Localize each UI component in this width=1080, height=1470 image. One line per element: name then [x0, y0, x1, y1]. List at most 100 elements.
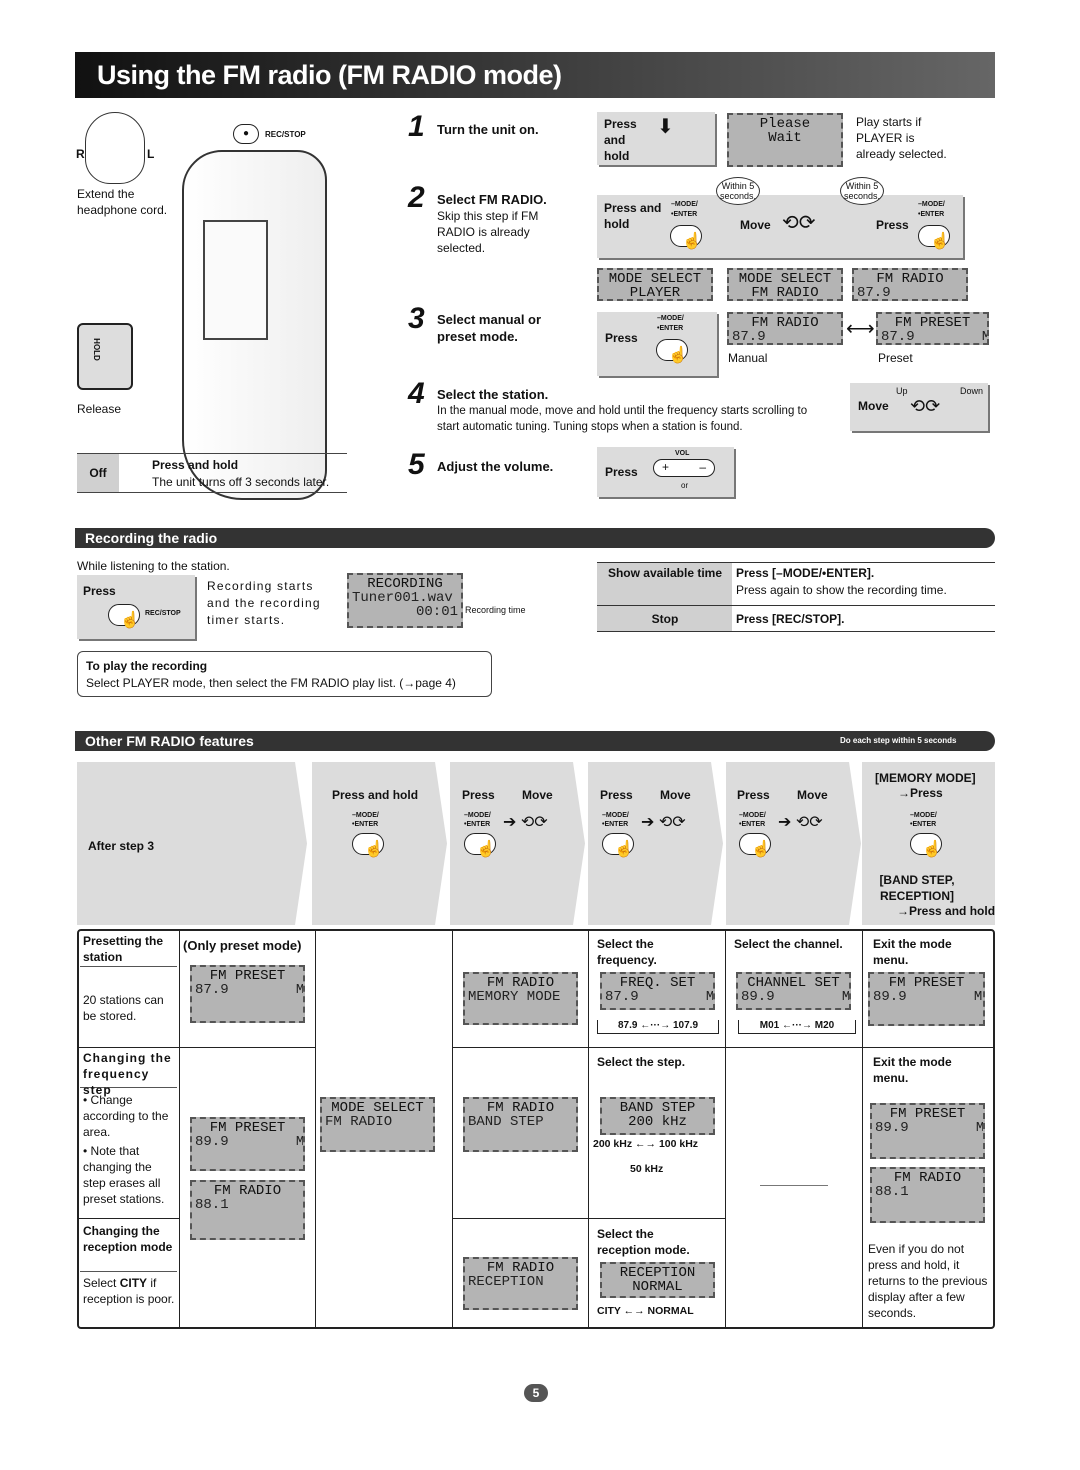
- mode-enter-button-icon: [656, 339, 688, 364]
- lcd-fm-radio: FM RADIO 87.9: [852, 268, 968, 301]
- off-label: Off: [77, 454, 119, 492]
- show-time-note: Press again to show the recording time.: [736, 583, 947, 597]
- only-preset-mode-label: (Only preset mode): [183, 938, 302, 953]
- press-label: Press: [605, 465, 638, 479]
- memory-mode-press: →Press: [898, 786, 943, 800]
- recording-intro: While listening to the station.: [77, 559, 230, 573]
- mode-label: –MODE/: [464, 812, 491, 819]
- play-recording-title: To play the recording: [86, 659, 208, 673]
- mode-enter-button-icon: [670, 225, 702, 250]
- hold-label: HOLD: [91, 338, 101, 361]
- show-available-time-label: Show available time: [607, 566, 723, 580]
- manual-label: Manual: [728, 351, 768, 365]
- release-label: Release: [77, 402, 122, 416]
- exit-mode-menu-label: Exit the mode menu.: [873, 1055, 952, 1085]
- step-2-title: Select FM RADIO.: [437, 192, 547, 207]
- move-label: Move: [660, 788, 691, 802]
- page-number: 5: [524, 1384, 548, 1402]
- rec-stop-button-icon: [108, 604, 140, 629]
- select-step-label: Select the step.: [597, 1055, 686, 1069]
- mode-enter-button-icon: [464, 833, 496, 858]
- mode-label: –MODE/: [671, 201, 698, 208]
- step-1-title: Turn the unit on.: [437, 122, 539, 137]
- wheel-rotate-icon: ⟲⟳: [910, 396, 941, 416]
- rec-stop-label: REC/STOP: [265, 130, 306, 139]
- mode-label: –MODE/: [352, 812, 379, 819]
- select-channel-label: Select the channel.: [734, 937, 843, 951]
- up-label: Up: [896, 386, 908, 396]
- lcd-preset-m02: FM PRESET89.9 M02: [190, 1117, 305, 1171]
- lcd-band-step: BAND STEP 200 kHz: [600, 1097, 715, 1135]
- move-label: Move: [858, 399, 889, 413]
- enter-label: •ENTER: [910, 821, 937, 828]
- features-note: Do each step within 5 seconds: [840, 736, 957, 745]
- right-ear-label: R: [76, 147, 85, 161]
- step-4-title: Select the station.: [437, 387, 549, 402]
- lcd-reception: RECEPTION NORMAL: [600, 1262, 715, 1298]
- lcd-fm-radio-881: FM RADIO 88.1: [190, 1180, 305, 1240]
- row-presetting-title: Presetting the station: [83, 934, 164, 964]
- stop-label: Stop: [651, 612, 679, 626]
- lcd-preset-m01: FM PRESET87.9 M01: [190, 965, 305, 1023]
- lcd-reception-menu: FM RADIO RECEPTION: [463, 1257, 578, 1310]
- move-label: Move: [740, 218, 771, 232]
- or-label: or: [681, 481, 689, 490]
- after-step-label: After step 3: [88, 839, 155, 853]
- arrow-wheel-icon: ➔ ⟲⟳: [778, 814, 823, 831]
- hold-switch-illustration: [77, 323, 133, 390]
- enter-label: •ENTER: [671, 211, 698, 218]
- auto-return-note: Even if you do not press and hold, it re…: [868, 1242, 988, 1320]
- lcd-mode-select-player: MODE SELECT PLAYER: [597, 268, 713, 301]
- step-4-number: 4: [408, 377, 425, 410]
- press-and-hold-label: Press and hold: [604, 201, 662, 231]
- row-presetting-desc: 20 stations can be stored.: [83, 993, 164, 1023]
- within-5-seconds-bubble: Within 5 seconds.: [840, 177, 884, 205]
- lcd-preset-m02: FM PRESET89.9 M02: [870, 1103, 985, 1159]
- volume-button-icon: + –: [653, 459, 715, 477]
- row-frequency-step-title: Changing the frequency step: [83, 1051, 172, 1097]
- row-reception-desc: Select CITY if reception is poor.: [83, 1276, 175, 1306]
- lcd-manual-mode: FM RADIO 87.9: [727, 312, 843, 345]
- rec-stop-button-illustration: ●: [233, 124, 259, 144]
- press-label: Press: [462, 788, 495, 802]
- mode-enter-button-icon: [602, 833, 634, 858]
- lcd-channel-set: CHANNEL SET89.9 M02: [736, 972, 851, 1010]
- no-action-dash: [760, 1185, 828, 1186]
- step-3-title: Select manual or preset mode.: [437, 312, 542, 344]
- device-screen: [203, 220, 268, 340]
- step-1-number: 1: [408, 110, 425, 143]
- arrow-wheel-icon: ➔ ⟲⟳: [503, 814, 548, 831]
- enter-label: •ENTER: [657, 325, 684, 332]
- stop-action: Press [REC/STOP].: [736, 612, 845, 626]
- toggle-arrow-icon: ⟷: [846, 318, 875, 340]
- step-2-number: 2: [408, 181, 425, 214]
- mode-label: –MODE/: [918, 201, 945, 208]
- mode-enter-button-icon: [910, 833, 942, 858]
- select-frequency-label: Select the frequency.: [597, 937, 657, 967]
- enter-label: •ENTER: [739, 821, 766, 828]
- press-label: Press: [83, 584, 116, 598]
- off-action: Press and hold: [152, 458, 239, 472]
- show-time-action: Press [–MODE/•ENTER].: [736, 566, 875, 580]
- preset-label: Preset: [878, 351, 913, 365]
- row-frequency-step-bullet-2: • Note that changing the step erases all…: [83, 1144, 165, 1206]
- step-3-number: 3: [408, 302, 425, 335]
- lcd-fm-radio-881: FM RADIO 88.1: [870, 1167, 985, 1223]
- enter-label: •ENTER: [602, 821, 629, 828]
- left-ear-label: L: [147, 147, 155, 161]
- move-label: Move: [797, 788, 828, 802]
- row-frequency-step-bullet-1: • Change according to the area.: [83, 1093, 169, 1139]
- mode-enter-button-icon: [918, 225, 950, 250]
- press-label: Press: [876, 218, 909, 232]
- page-title: Using the FM radio (FM RADIO mode): [75, 52, 995, 98]
- enter-label: •ENTER: [918, 211, 945, 218]
- play-recording-description: Select PLAYER mode, then select the FM R…: [86, 676, 456, 690]
- lcd-band-step-menu: FM RADIO BAND STEP: [463, 1097, 578, 1152]
- lcd-mode-select-fm-radio: MODE SELECT FM RADIO: [727, 268, 843, 301]
- band-reception-press-hold: →Press and hold: [897, 904, 996, 918]
- step-options: 200 kHz ←→ 100 kHz: [593, 1138, 699, 1150]
- step-option-50khz: 50 kHz: [630, 1163, 664, 1175]
- press-and-hold-label: Press and hold: [604, 117, 637, 163]
- reception-options: CITY ←→ NORMAL: [597, 1305, 694, 1317]
- recording-section-header: Recording the radio: [75, 528, 995, 548]
